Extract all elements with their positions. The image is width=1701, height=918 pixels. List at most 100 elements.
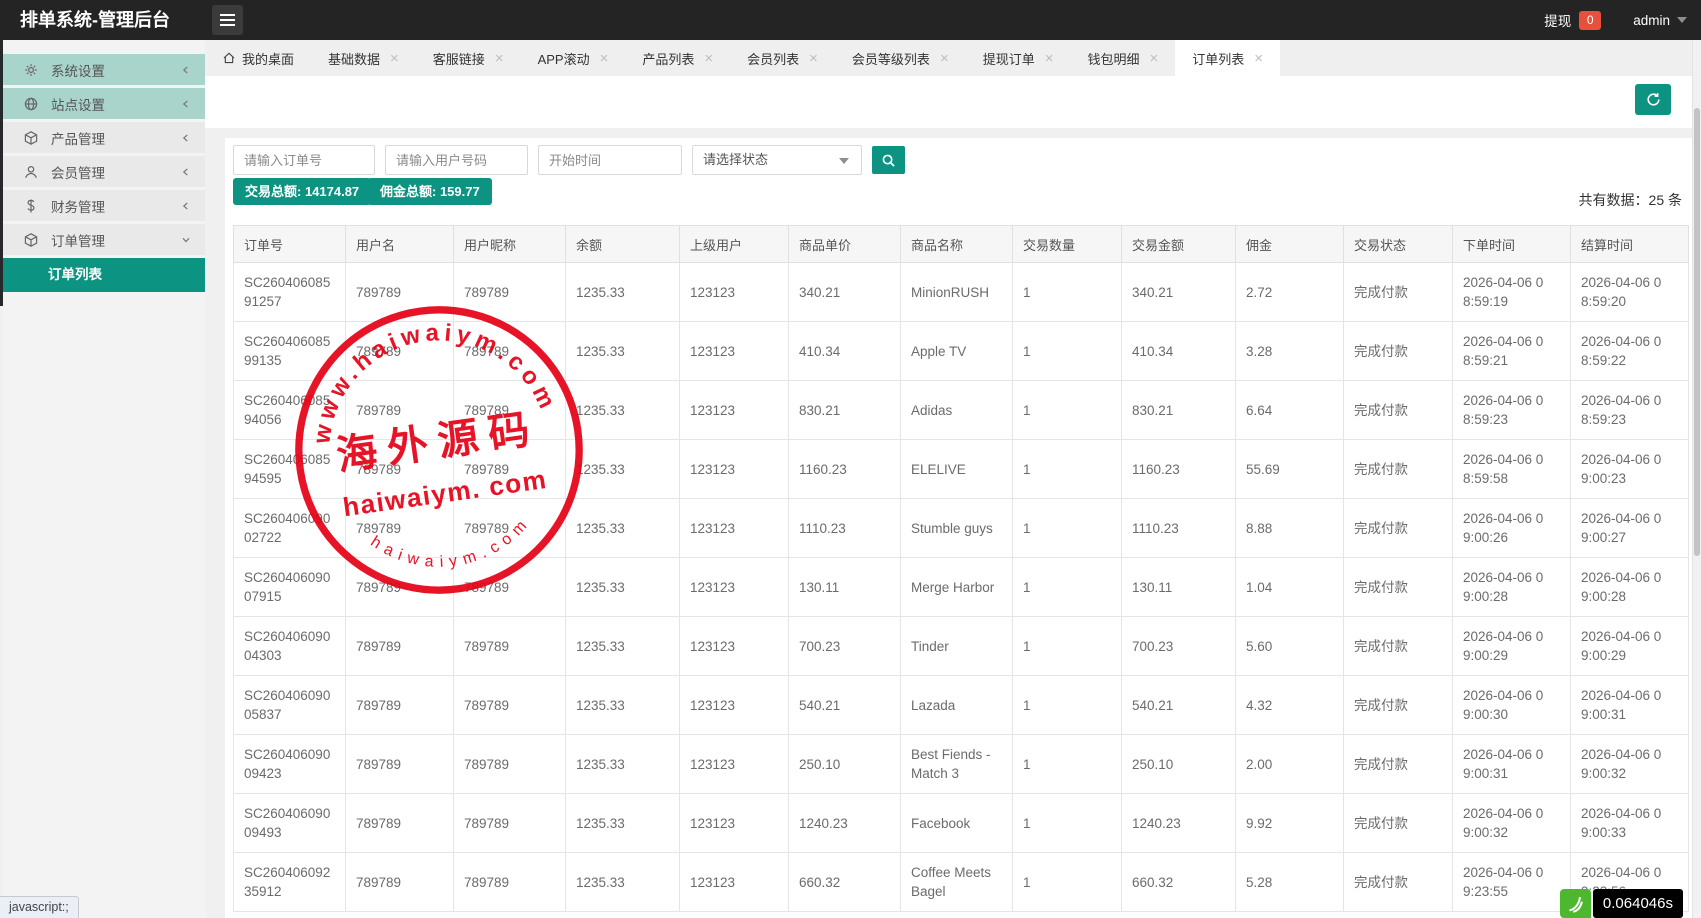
table-cell: 2026-04-06 09:00:31: [1453, 735, 1571, 794]
table-cell: 1235.33: [566, 735, 680, 794]
table-cell: SC26040608591257: [234, 263, 346, 322]
table-cell: 700.23: [789, 617, 901, 676]
table-cell: 130.11: [1122, 558, 1236, 617]
table-cell: 789789: [454, 617, 566, 676]
sidebar-item[interactable]: 订单管理: [3, 224, 205, 255]
table-cell: Facebook: [901, 794, 1013, 853]
scrollbar-thumb[interactable]: [1694, 108, 1700, 556]
table-cell: 1240.23: [1122, 794, 1236, 853]
start-time-input[interactable]: [538, 145, 682, 175]
table-cell: 1110.23: [1122, 499, 1236, 558]
tab[interactable]: 会员列表×: [730, 40, 835, 76]
app-title: 排单系统-管理后台: [20, 0, 170, 40]
tab-label: APP滚动: [538, 49, 590, 68]
tab-close-icon[interactable]: ×: [940, 51, 949, 66]
table-cell: 完成付款: [1344, 263, 1453, 322]
table-cell: 完成付款: [1344, 676, 1453, 735]
table-cell: 2026-04-06 09:00:28: [1571, 558, 1689, 617]
table-cell: 3.28: [1236, 322, 1344, 381]
order-no-input[interactable]: [233, 145, 375, 175]
orders-table: 订单号用户名用户昵称余额上级用户商品单价商品名称交易数量交易金额佣金交易状态下单…: [233, 225, 1689, 912]
table-cell: 2026-04-06 08:59:20: [1571, 263, 1689, 322]
table-cell: 789789: [454, 794, 566, 853]
table-cell: 2.72: [1236, 263, 1344, 322]
sidebar-item[interactable]: 系统设置: [3, 54, 205, 85]
table-cell: 1: [1013, 794, 1122, 853]
table-cell: 250.10: [1122, 735, 1236, 794]
sidebar-item[interactable]: 站点设置: [3, 88, 205, 119]
table-cell: Merge Harbor: [901, 558, 1013, 617]
status-bar-link-hint: javascript:;: [0, 896, 79, 918]
table-cell: 123123: [680, 617, 789, 676]
sidebar-item[interactable]: 会员管理: [3, 156, 205, 187]
column-header: 结算时间: [1571, 226, 1689, 263]
table-cell: 完成付款: [1344, 322, 1453, 381]
tab-close-icon[interactable]: ×: [600, 51, 609, 66]
withdraw-count-badge[interactable]: 0: [1579, 11, 1601, 30]
home-icon: [222, 51, 236, 65]
table-cell: 123123: [680, 794, 789, 853]
table-cell: 1: [1013, 322, 1122, 381]
chevron-left-icon: [179, 199, 193, 213]
tab-close-icon[interactable]: ×: [1254, 51, 1263, 66]
withdraw-link[interactable]: 提现: [1544, 10, 1571, 30]
tab[interactable]: 基础数据×: [311, 40, 416, 76]
tab-close-icon[interactable]: ×: [704, 51, 713, 66]
table-cell: 123123: [680, 558, 789, 617]
chevron-left-icon: [179, 63, 193, 77]
table-cell: 340.21: [1122, 263, 1236, 322]
tab-close-icon[interactable]: ×: [1150, 51, 1159, 66]
tab[interactable]: 产品列表×: [625, 40, 730, 76]
refresh-button[interactable]: [1635, 84, 1671, 115]
table-cell: 4.32: [1236, 676, 1344, 735]
menu-toggle-button[interactable]: [212, 5, 243, 35]
tab[interactable]: 客服链接×: [416, 40, 521, 76]
table-cell: 2026-04-06 09:00:33: [1571, 794, 1689, 853]
tab[interactable]: APP滚动 ×: [521, 40, 626, 76]
table-row: SC260406085940567897897897891235.3312312…: [234, 381, 1689, 440]
tab[interactable]: 我的桌面: [205, 40, 311, 76]
table-cell: 1160.23: [1122, 440, 1236, 499]
user-no-input[interactable]: [385, 145, 528, 175]
tab[interactable]: 订单列表×: [1175, 40, 1280, 76]
tab-close-icon[interactable]: ×: [1045, 51, 1054, 66]
tab-close-icon[interactable]: ×: [495, 51, 504, 66]
search-button[interactable]: [872, 146, 905, 174]
user-menu[interactable]: admin: [1633, 13, 1670, 28]
user-icon: [23, 164, 39, 180]
table-cell: ELELIVE: [901, 440, 1013, 499]
table-row: SC260406092359127897897897891235.3312312…: [234, 853, 1689, 912]
tab[interactable]: 提现订单×: [966, 40, 1071, 76]
table-cell: 1235.33: [566, 440, 680, 499]
table-cell: 完成付款: [1344, 794, 1453, 853]
table-cell: 789789: [346, 617, 454, 676]
table-cell: 2.00: [1236, 735, 1344, 794]
refresh-icon: [1645, 91, 1662, 108]
tab[interactable]: 会员等级列表×: [835, 40, 966, 76]
tab[interactable]: 钱包明细×: [1070, 40, 1175, 76]
scrollbar-track[interactable]: [1692, 40, 1701, 918]
table-cell: 1: [1013, 381, 1122, 440]
sidebar-item-label: 订单管理: [51, 230, 105, 250]
table-cell: 130.11: [789, 558, 901, 617]
column-header: 用户名: [346, 226, 454, 263]
table-cell: 789789: [454, 558, 566, 617]
table-cell: 540.21: [1122, 676, 1236, 735]
table-cell: 410.34: [789, 322, 901, 381]
sidebar-subitem[interactable]: 订单列表: [3, 258, 205, 292]
table-cell: 789789: [454, 853, 566, 912]
table-cell: 完成付款: [1344, 853, 1453, 912]
table-cell: SC26040609004303: [234, 617, 346, 676]
record-count: 共有数据：25 条: [1579, 190, 1682, 210]
table-cell: 1: [1013, 558, 1122, 617]
sidebar-item[interactable]: 财务管理: [3, 190, 205, 221]
status-select[interactable]: 请选择状态: [692, 145, 862, 175]
table-cell: SC26040609009493: [234, 794, 346, 853]
table-cell: 1235.33: [566, 794, 680, 853]
table-cell: 250.10: [789, 735, 901, 794]
tab-close-icon[interactable]: ×: [809, 51, 818, 66]
tab-close-icon[interactable]: ×: [390, 51, 399, 66]
sidebar-item[interactable]: 产品管理: [3, 122, 205, 153]
table-cell: Stumble guys: [901, 499, 1013, 558]
table-cell: 2026-04-06 09:00:23: [1571, 440, 1689, 499]
